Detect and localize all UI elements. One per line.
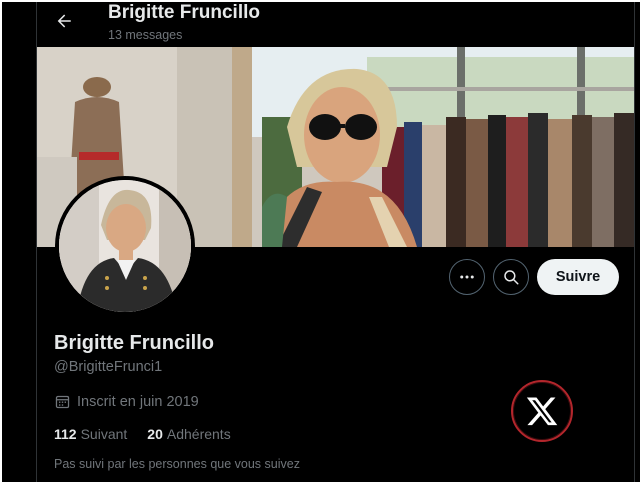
x-logo-icon [511,380,573,442]
following-label: Suivant [80,426,128,442]
following-count: 112 [54,426,77,442]
back-arrow-icon[interactable] [49,6,79,36]
followers-link[interactable]: 20 Adhérents [147,426,230,442]
header-title: Brigitte Fruncillo [108,2,260,23]
display-name: Brigitte Fruncillo [54,332,214,354]
join-date-text: Inscrit en juin 2019 [77,393,199,410]
join-date: Inscrit en juin 2019 [54,393,199,410]
search-button[interactable] [493,259,529,295]
not-followed-notice: Pas suivi par les personnes que vous sui… [54,457,300,471]
followers-label: Adhérents [166,426,231,442]
more-options-button[interactable] [449,259,485,295]
search-icon [502,268,520,286]
follow-button[interactable]: Suivre [537,259,619,295]
column-divider-right [634,2,635,482]
calendar-icon [54,393,71,410]
more-dots-icon [458,268,476,286]
followers-count: 20 [147,426,163,442]
follow-stats: 112 Suivant 20 Adhérents [54,426,251,442]
following-link[interactable]: 112 Suivant [54,426,127,442]
profile-page: Brigitte Fruncillo 13 messages Suivre Br… [2,2,640,482]
post-count: 13 messages [108,28,183,42]
user-handle: @BrigitteFrunci1 [54,359,163,375]
avatar[interactable] [55,176,195,316]
profile-header: Brigitte Fruncillo 13 messages [37,2,634,48]
